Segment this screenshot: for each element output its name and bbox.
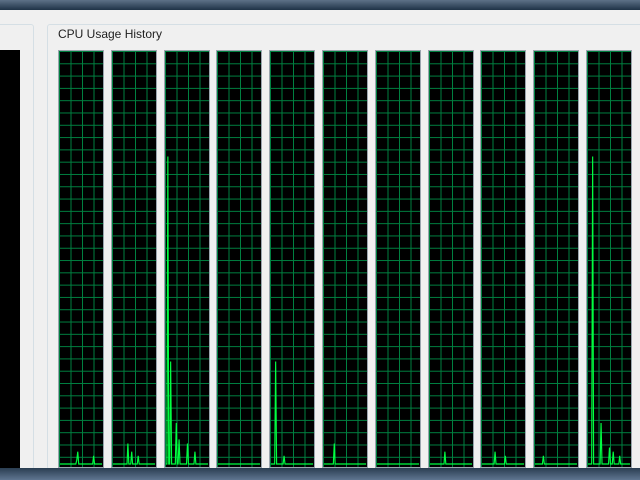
cpu-usage-line: [59, 451, 103, 465]
cpu-usage-series: [112, 443, 155, 465]
cpu-usage-history-label: CPU Usage History: [55, 27, 166, 41]
cpu-core-graph: [163, 50, 210, 468]
cpu-usage-line: [112, 443, 155, 465]
window-top-frame: [0, 0, 640, 10]
cpu-core-graph: [110, 50, 157, 468]
performance-tab-body: e CPU Usage History: [0, 10, 640, 470]
cpu-usage-line: [271, 361, 314, 465]
cpu-usage-series: [587, 156, 631, 465]
cpu-usage-series: [323, 443, 367, 465]
memory-history-graph: [0, 50, 20, 468]
cpu-core-graph: [586, 50, 632, 468]
cpu-usage-line: [218, 463, 261, 465]
cpu-core-graph: [480, 50, 527, 468]
window-bottom-frame: [0, 468, 640, 480]
cpu-core-graph: [269, 50, 316, 468]
cpu-core-graph: [427, 50, 474, 468]
cpu-usage-line: [323, 443, 367, 465]
cpu-usage-series: [535, 455, 578, 465]
cpu-usage-line: [482, 451, 525, 465]
cpu-usage-series: [165, 156, 208, 465]
cpu-core-graph: [216, 50, 263, 468]
cpu-core-graph: [533, 50, 580, 468]
cpu-usage-line: [535, 455, 578, 465]
cpu-usage-series: [482, 451, 525, 465]
cpu-core-graph: [322, 50, 368, 468]
cpu-usage-line: [376, 463, 419, 465]
cpu-usage-line: [429, 451, 472, 465]
cpu-usage-line: [587, 156, 631, 465]
cpu-usage-series: [271, 361, 314, 465]
cpu-core-graph: [58, 50, 104, 468]
cpu-core-graph: [374, 50, 421, 468]
cpu-usage-series: [59, 451, 103, 465]
cpu-usage-line: [165, 156, 208, 465]
cpu-usage-series: [429, 451, 472, 465]
